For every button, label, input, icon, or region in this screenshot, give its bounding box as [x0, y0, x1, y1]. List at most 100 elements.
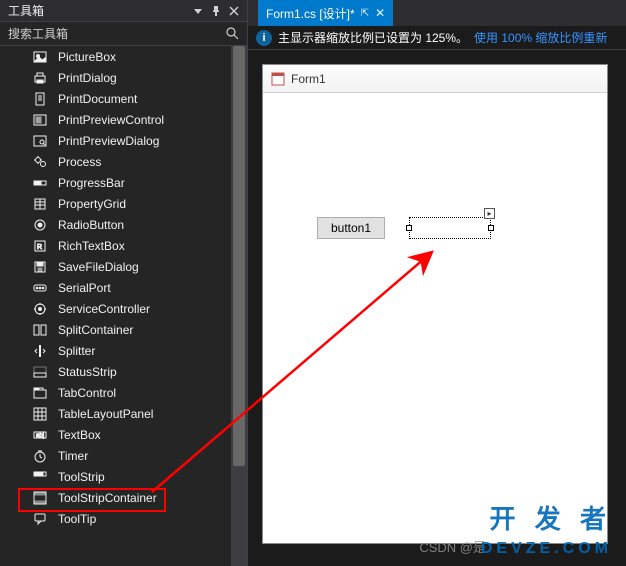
printdocument-icon [32, 91, 48, 107]
toolbox-item-printdocument[interactable]: PrintDocument [0, 88, 247, 109]
toolbox-item-label: ToolTip [58, 512, 96, 526]
richtextbox-icon: R [32, 238, 48, 254]
toolbox-item-label: PropertyGrid [58, 197, 126, 211]
search-icon [225, 26, 241, 42]
toolbox-item-label: TabControl [58, 386, 116, 400]
toolbox-item-toolstrip[interactable]: ToolStrip [0, 466, 247, 487]
toolbox-item-label: ProgressBar [58, 176, 125, 190]
toolbox-item-printpreviewdialog[interactable]: PrintPreviewDialog [0, 130, 247, 151]
toolbox-item-process[interactable]: Process [0, 151, 247, 172]
toolbox-item-statusstrip[interactable]: StatusStrip [0, 361, 247, 382]
toolbox-title: 工具箱 [8, 2, 189, 19]
textbox-icon: ab| [32, 427, 48, 443]
toolstripcontainer-icon [32, 490, 48, 506]
toolbox-item-label: PrintPreviewControl [58, 113, 164, 127]
radiobutton-icon [32, 217, 48, 233]
serialport-icon [32, 280, 48, 296]
form-title: Form1 [291, 72, 326, 86]
pin-icon[interactable] [207, 2, 225, 20]
toolbox-item-label: ToolStripContainer [58, 491, 157, 505]
editor-area: Form1.cs [设计]* ⇱ ✕ i 主显示器缩放比例已设置为 125%。 … [248, 0, 626, 566]
toolbox-item-toolstripcontainer[interactable]: ToolStripContainer [0, 487, 247, 508]
toolbox-item-label: TableLayoutPanel [58, 407, 153, 421]
propertygrid-icon [32, 196, 48, 212]
toolbox-item-printpreviewcontrol[interactable]: PrintPreviewControl [0, 109, 247, 130]
progressbar-icon [32, 175, 48, 191]
toolbox-item-label: PrintDocument [58, 92, 137, 106]
tablelayoutpanel-icon [32, 406, 48, 422]
toolbox-item-servicecontroller[interactable]: ServiceController [0, 298, 247, 319]
toolbox-list: PictureBox PrintDialog PrintDocument PrintP… [0, 46, 247, 566]
toolbox-item-label: Process [58, 155, 101, 169]
tab-form-designer[interactable]: Form1.cs [设计]* ⇱ ✕ [258, 0, 393, 26]
toolbox-item-label: Timer [58, 449, 88, 463]
splitter-icon [32, 343, 48, 359]
form-icon [271, 72, 285, 86]
tooltip-icon [32, 511, 48, 527]
statusstrip-icon [32, 364, 48, 380]
toolbox-item-label: SplitContainer [58, 323, 133, 337]
tabcontrol-icon [32, 385, 48, 401]
resize-handle-right[interactable] [488, 225, 494, 231]
tab-close-icon[interactable]: ✕ [375, 6, 385, 20]
designer-surface[interactable]: Form1 button1 [248, 50, 626, 566]
search-input[interactable] [8, 27, 225, 41]
printdialog-icon [32, 70, 48, 86]
toolbox-item-tooltip[interactable]: ToolTip [0, 508, 247, 529]
toolbox-item-serialport[interactable]: SerialPort [0, 277, 247, 298]
info-icon: i [256, 30, 272, 46]
toolbox-item-label: PrintDialog [58, 71, 117, 85]
toolbox-item-splitter[interactable]: Splitter [0, 340, 247, 361]
smart-tag-icon[interactable] [484, 208, 495, 219]
tab-pin-icon[interactable]: ⇱ [361, 8, 369, 19]
toolbox-item-label: Splitter [58, 344, 95, 358]
toolbox-item-radiobutton[interactable]: RadioButton [0, 214, 247, 235]
info-link[interactable]: 使用 100% 缩放比例重新 [474, 29, 607, 46]
toolbox-item-tablelayoutpanel[interactable]: TableLayoutPanel [0, 403, 247, 424]
toolbox-item-label: PictureBox [58, 50, 116, 64]
printpreviewcontrol-icon [32, 112, 48, 128]
toolbox-item-label: ServiceController [58, 302, 150, 316]
toolbox-panel: 工具箱 PictureBox PrintDialog PrintDocument Pr… [0, 0, 248, 566]
toolbox-item-label: StatusStrip [58, 365, 117, 379]
toolbox-item-textbox[interactable]: ab| TextBox [0, 424, 247, 445]
servicecontroller-icon [32, 301, 48, 317]
toolbox-item-progressbar[interactable]: ProgressBar [0, 172, 247, 193]
textbox-selected[interactable] [409, 217, 491, 239]
info-text: 主显示器缩放比例已设置为 125%。 [278, 29, 468, 46]
process-icon [32, 154, 48, 170]
savefiledialog-icon [32, 259, 48, 275]
toolbox-item-label: SaveFileDialog [58, 260, 139, 274]
button1[interactable]: button1 [317, 217, 385, 239]
form-body[interactable]: button1 [263, 93, 607, 543]
form-window[interactable]: Form1 button1 [262, 64, 608, 544]
resize-handle-left[interactable] [406, 225, 412, 231]
toolbox-item-label: ToolStrip [58, 470, 105, 484]
toolbox-item-label: RichTextBox [58, 239, 125, 253]
tab-label: Form1.cs [设计]* [266, 5, 355, 22]
close-icon[interactable] [225, 2, 243, 20]
svg-text:R: R [37, 244, 42, 251]
picturebox-icon [32, 49, 48, 65]
toolbox-item-printdialog[interactable]: PrintDialog [0, 67, 247, 88]
printpreviewdialog-icon [32, 133, 48, 149]
splitcontainer-icon [32, 322, 48, 338]
toolbox-item-splitcontainer[interactable]: SplitContainer [0, 319, 247, 340]
toolbox-header: 工具箱 [0, 0, 247, 22]
toolbox-item-propertygrid[interactable]: PropertyGrid [0, 193, 247, 214]
timer-icon [32, 448, 48, 464]
toolstrip-icon [32, 469, 48, 485]
toolbox-item-label: RadioButton [58, 218, 124, 232]
toolbox-item-richtextbox[interactable]: R RichTextBox [0, 235, 247, 256]
toolbox-item-tabcontrol[interactable]: TabControl [0, 382, 247, 403]
toolbox-item-label: PrintPreviewDialog [58, 134, 159, 148]
svg-text:ab|: ab| [36, 433, 45, 439]
toolbox-item-timer[interactable]: Timer [0, 445, 247, 466]
toolbox-item-savefiledialog[interactable]: SaveFileDialog [0, 256, 247, 277]
dropdown-icon[interactable] [189, 2, 207, 20]
tab-strip: Form1.cs [设计]* ⇱ ✕ [248, 0, 626, 26]
toolbox-search[interactable] [0, 22, 247, 46]
form-titlebar: Form1 [263, 65, 607, 93]
toolbox-item-label: TextBox [58, 428, 101, 442]
toolbox-item-picturebox[interactable]: PictureBox [0, 46, 247, 67]
